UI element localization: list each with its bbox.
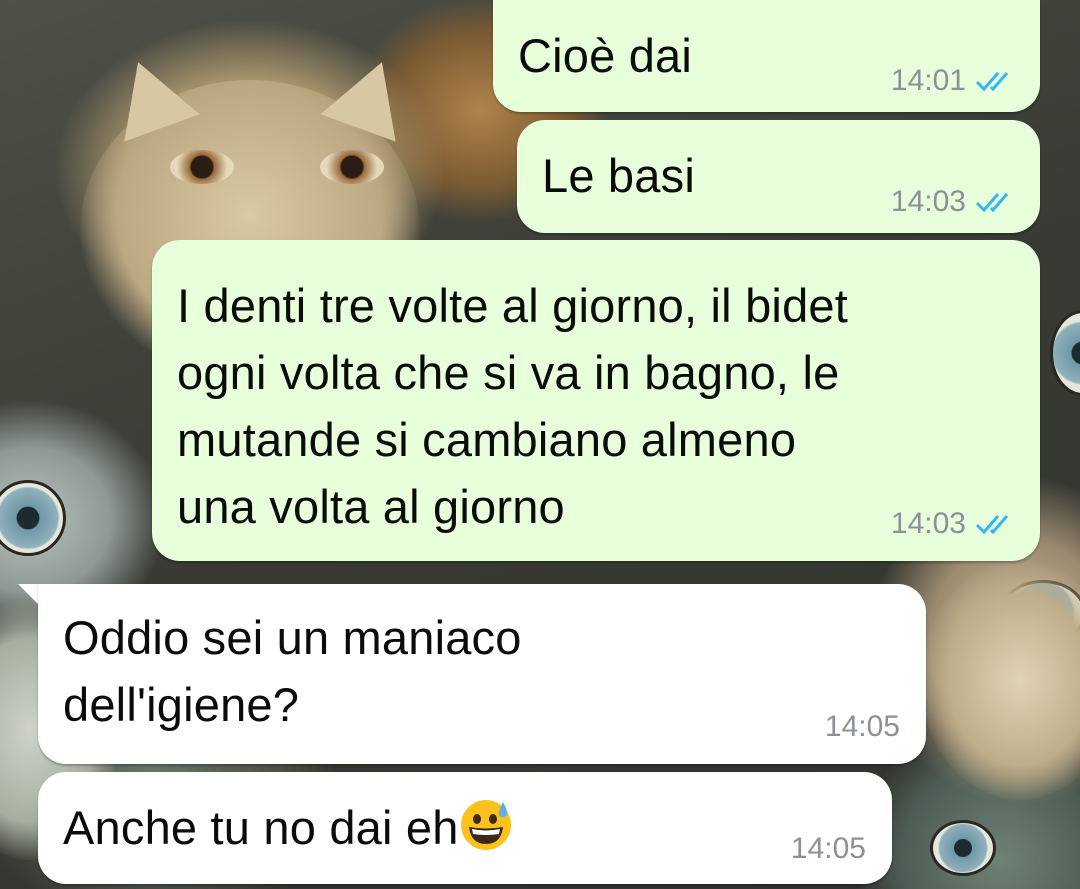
read-ticks-icon [975,72,1009,92]
message-text-content: Anche tu no dai eh [63,801,459,854]
message-line: dell'igiene? [63,678,300,731]
message-line: una volta al giorno [177,480,565,533]
message-meta: 14:03 [891,507,1018,541]
message-time: 14:03 [890,185,966,218]
message-line: I denti tre volte al giorno, il bidet [177,279,848,332]
message-time: 14:03 [890,507,966,540]
message-bubble-incoming[interactable]: Oddio sei un maniaco dell'igiene? 14:05 [38,584,926,764]
message-meta: 14:05 [791,832,866,866]
read-ticks-icon [975,515,1009,535]
message-text: Le basi [542,149,695,202]
message-text: Cioè dai [518,29,693,82]
message-bubble-outgoing[interactable]: I denti tre volte al giorno, il bidet og… [152,240,1040,561]
message-bubble-incoming[interactable]: Anche tu no dai eh 14:05 [38,772,892,884]
message-line: ogni volta che si va in bagno, le [177,346,840,399]
message-meta: 14:03 [891,185,1018,219]
message-time: 14:05 [824,710,900,743]
message-meta: 14:01 [891,64,1018,98]
message-line: mutande si cambiano almeno [177,413,797,466]
read-ticks-icon [975,193,1009,213]
message-text: I denti tre volte al giorno, il bidet og… [177,272,848,540]
message-line: Oddio sei un maniaco [63,611,522,664]
message-meta: 14:05 [825,710,900,744]
message-text: Anche tu no dai eh [63,794,513,861]
message-bubble-outgoing[interactable]: Cioè dai 14:01 [493,0,1040,112]
message-time: 14:01 [890,64,966,97]
message-time: 14:05 [790,832,866,865]
grinning-face-with-sweat-icon [460,800,511,850]
message-bubble-outgoing[interactable]: Le basi 14:03 [517,120,1040,233]
message-text: Oddio sei un maniaco dell'igiene? [63,604,522,738]
